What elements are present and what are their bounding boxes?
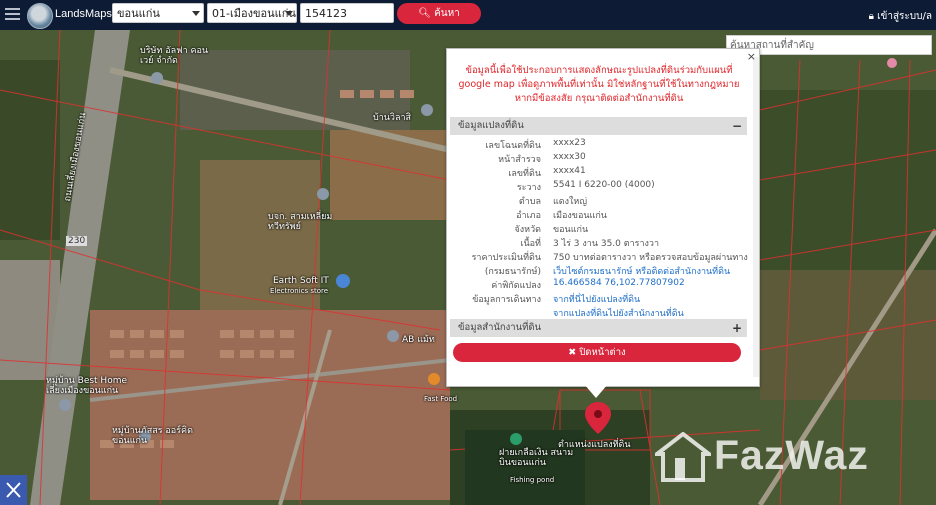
info-row: เนื้อที่ 3 ไร่ 3 งาน 35.0 ตารางวา (450, 236, 747, 250)
info-label: หน้าสำรวจ (498, 155, 541, 165)
info-row: ระวาง 5541 I 6220-00 (4000) (450, 180, 747, 194)
search-button-label: ค้นหา (434, 8, 460, 19)
parcel-number-input[interactable]: 154123 (300, 3, 394, 23)
info-value: xxxx23 (553, 138, 586, 148)
info-label: เลขที่ดิน (508, 169, 541, 179)
info-value: แดงใหญ่ (553, 197, 588, 207)
map-label-route-230: 230 (66, 236, 88, 246)
menu-icon[interactable] (5, 8, 20, 21)
popup-close-icon[interactable]: × (747, 50, 756, 63)
info-value: 3 ไร่ 3 งาน 35.0 ตารางวา (553, 239, 660, 249)
map-label-fishing-pond: Fishing pond (510, 476, 555, 484)
info-label: อำเภอ (516, 211, 541, 221)
info-label: ราคาประเมินที่ดิน (471, 253, 541, 263)
map-label-ab: AB แม้ท (402, 335, 435, 345)
info-label: (กรมธนารักษ์) (484, 267, 541, 277)
directions-to-office-link[interactable]: จากแปลงที่ดินไปยังสำนักงานที่ดิน (553, 306, 684, 320)
info-label: ค่าพิกัดแปลง (491, 281, 541, 291)
close-window-label: ปิดหน้าต่าง (579, 347, 626, 358)
map-label-village: บ้านวิลาสิ (373, 113, 412, 123)
map-label-weir: ฝายเกลือเงิน สนามบินขอนแก่น (499, 448, 574, 468)
province-value: ขอนแก่น (117, 7, 160, 20)
top-navbar: LandsMaps ขอนแก่น 01-เมืองขอนแก่น 154123… (0, 0, 936, 30)
province-select[interactable]: ขอนแก่น (112, 3, 204, 23)
info-value: xxxx30 (553, 152, 586, 162)
info-row: จากแปลงที่ดินไปยังสำนักงานที่ดิน (450, 306, 747, 320)
land-office-title: ข้อมูลสำนักงานที่ดิน (458, 322, 542, 333)
treasury-link[interactable]: เว็บไซต์กรมธนารักษ์ หรือติดต่อสำนักงานที… (553, 264, 730, 278)
info-row: เลขโฉนดที่ดิน xxxx23 (450, 138, 747, 152)
parcel-info-popup: × ข้อมูลนี้เพื่อใช้ประกอบการแสดงลักษณะรู… (446, 48, 760, 387)
info-row: จังหวัด ขอนแก่น (450, 222, 747, 236)
fazwaz-logo-icon (655, 432, 711, 482)
tools-icon (6, 482, 21, 498)
info-row: อำเภอ เมืองขอนแก่น (450, 208, 747, 222)
login-link[interactable]: 🔒︎ เข้าสู่ระบบ/ล (869, 9, 932, 24)
directions-to-parcel-link[interactable]: จากที่นี่ไปยังแปลงที่ดิน (553, 292, 640, 306)
info-label: เลขโฉนดที่ดิน (485, 141, 541, 151)
info-label: จังหวัด (514, 225, 542, 235)
map-label-company: บริษัท อัลฟา คอนเวย์ จำกัด (140, 46, 209, 66)
map-label-company-2: บจก. สามเหลี่ยม ทวีทรัพย์ (268, 212, 333, 232)
info-row: (กรมธนารักษ์) เว็บไซต์กรมธนารักษ์ หรือติด… (450, 264, 747, 278)
expand-icon: + (731, 321, 742, 335)
info-label: ตำบล (518, 197, 541, 207)
chevron-down-icon (192, 11, 200, 16)
lock-icon: 🔒︎ (868, 11, 878, 22)
close-window-button[interactable]: ✖ ปิดหน้าต่าง (453, 343, 741, 362)
land-office-header[interactable]: ข้อมูลสำนักงานที่ดิน + (450, 319, 747, 337)
info-row: ข้อมูลการเดินทาง จากที่นี่ไปยังแปลงที่ดิน (450, 292, 747, 306)
info-row: ตำบล แดงใหญ่ (450, 194, 747, 208)
info-row: หน้าสำรวจ xxxx30 (450, 152, 747, 166)
info-label: เนื้อที่ (520, 239, 541, 249)
map-label-electronics: Electronics store (270, 287, 329, 295)
close-icon: ✖ (568, 347, 580, 358)
brand-name: LandsMaps (55, 8, 112, 20)
map-label-passorn: หมู่บ้านภัสสร ออร์คิดขอนแก่น (112, 426, 193, 446)
map-label-fastfood: Fast Food (424, 395, 458, 403)
info-value: 5541 I 6220-00 (4000) (553, 180, 655, 190)
parcel-info-header[interactable]: ข้อมูลแปลงที่ดิน − (450, 117, 747, 135)
info-value: ขอนแก่น (553, 225, 589, 235)
popup-pointer (584, 384, 608, 398)
parcel-number-value: 154123 (305, 7, 347, 20)
parcel-info-title: ข้อมูลแปลงที่ดิน (458, 120, 524, 131)
info-value: เมืองขอนแก่น (553, 211, 607, 221)
watermark-text: FazWaz (714, 432, 869, 478)
search-icon: 🔍︎ (418, 8, 435, 19)
popup-scrollbar[interactable] (753, 57, 759, 377)
login-label: เข้าสู่ระบบ/ล (877, 11, 932, 22)
collapse-icon: − (731, 119, 742, 133)
district-select[interactable]: 01-เมืองขอนแก่น (207, 3, 297, 23)
search-button[interactable]: 🔍︎ ค้นหา (397, 3, 481, 24)
info-row: เลขที่ดิน xxxx41 (450, 166, 747, 180)
district-value: 01-เมืองขอนแก่น (212, 7, 296, 20)
info-value: 750 บาทต่อตารางวา หรือตรวจสอบข้อมูลผ่านท… (553, 253, 748, 263)
info-row: ราคาประเมินที่ดิน 750 บาทต่อตารางวา หรือต… (450, 250, 748, 264)
map-label-earthsoft: Earth Soft IT (273, 276, 329, 286)
info-label: ระวาง (516, 183, 541, 193)
coordinates-link[interactable]: 16.466584 76,102.77807902 (553, 278, 685, 288)
info-value: xxxx41 (553, 166, 586, 176)
info-row: ค่าพิกัดแปลง 16.466584 76,102.77807902 (450, 278, 747, 292)
map-tools-button[interactable] (0, 475, 27, 505)
landsmaps-logo (27, 3, 53, 29)
info-label: ข้อมูลการเดินทาง (472, 295, 541, 305)
chevron-down-icon (285, 11, 293, 16)
map-label-besthome: หมู่บ้าน Best Home เลี่ยงเมืองขอนแก่น (46, 376, 128, 396)
disclaimer-text: ข้อมูลนี้เพื่อใช้ประกอบการแสดงลักษณะรูปแ… (458, 65, 740, 104)
